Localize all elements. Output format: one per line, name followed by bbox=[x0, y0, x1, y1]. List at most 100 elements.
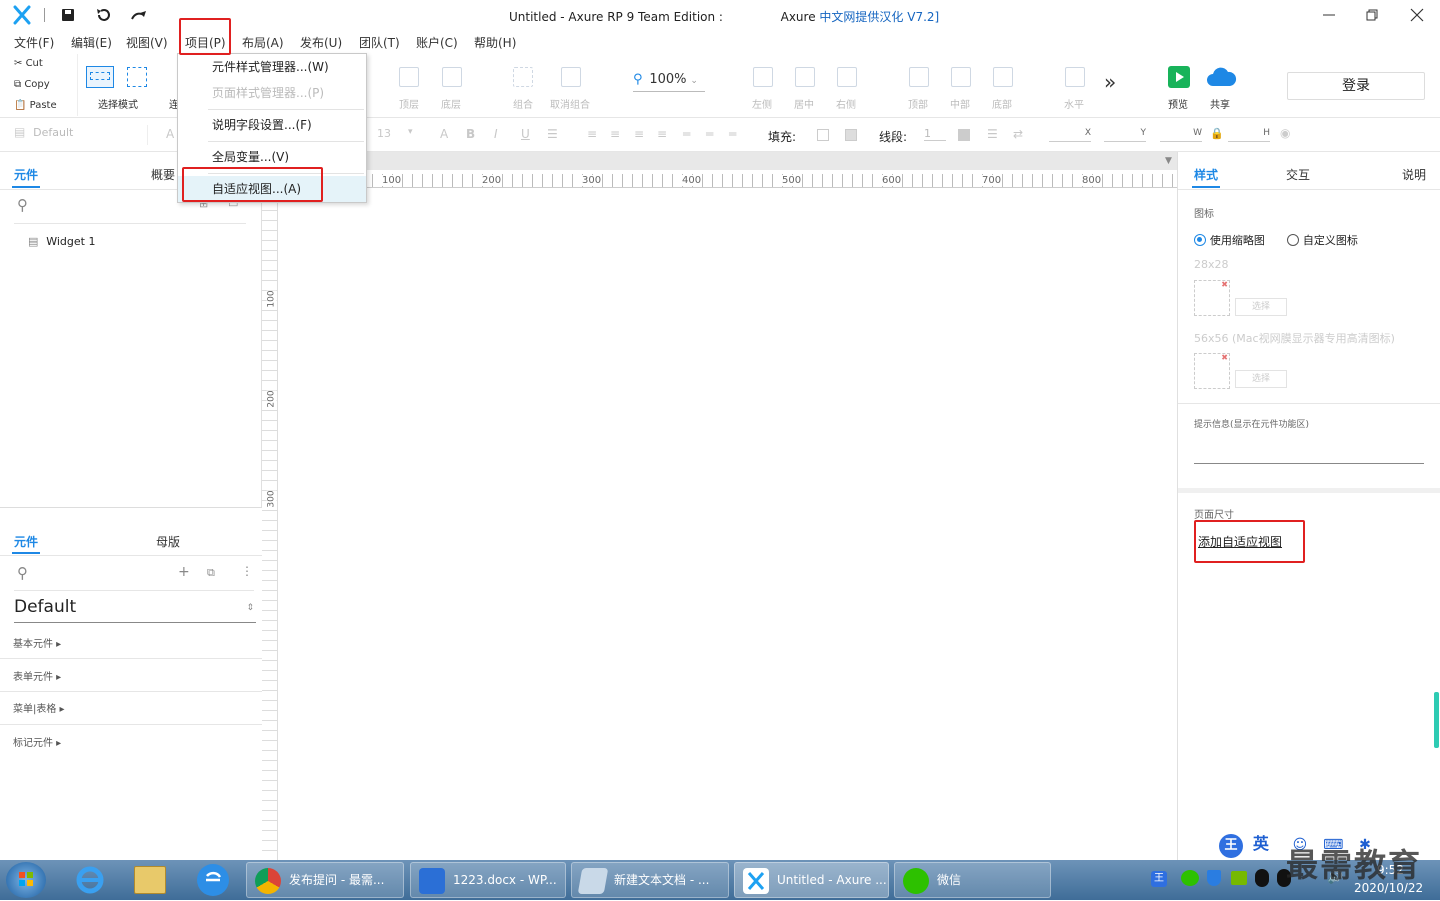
more-options-icon[interactable]: ⋮ bbox=[241, 564, 253, 578]
menu-project[interactable]: 项目(P) bbox=[185, 34, 226, 51]
ungroup-icon[interactable] bbox=[561, 67, 581, 87]
menu-view[interactable]: 视图(V) bbox=[126, 34, 168, 51]
task-wechat[interactable]: 微信 bbox=[894, 862, 1051, 898]
preview-icon[interactable] bbox=[1168, 66, 1190, 88]
style-dropdown[interactable]: ▤ Default bbox=[14, 125, 148, 145]
bold-icon[interactable]: B bbox=[466, 127, 475, 141]
page-item-widget1[interactable]: ▤ Widget 1 bbox=[28, 234, 95, 248]
italic-icon[interactable]: I bbox=[494, 127, 498, 141]
menu-item-global-variables[interactable]: 全局变量...(V) bbox=[178, 144, 366, 170]
tab-masters[interactable]: 母版 bbox=[156, 533, 180, 550]
add-library-icon[interactable]: + bbox=[178, 564, 190, 580]
fill-shadow-swatch[interactable] bbox=[845, 129, 857, 141]
scroll-indicator[interactable] bbox=[1434, 692, 1439, 748]
align-text-justify-icon[interactable]: ≡ bbox=[657, 127, 667, 141]
browser-icon[interactable] bbox=[197, 864, 229, 896]
visibility-eye-icon[interactable]: ◉ bbox=[1280, 126, 1290, 140]
design-canvas[interactable] bbox=[278, 190, 1177, 860]
arrow-style-icon[interactable]: ⇄ bbox=[1013, 127, 1023, 141]
menu-help[interactable]: 帮助(H) bbox=[474, 34, 516, 51]
w-input[interactable]: W bbox=[1160, 128, 1202, 142]
y-input[interactable]: Y bbox=[1104, 128, 1146, 142]
task-wps[interactable]: 1223.docx - WP... bbox=[410, 862, 566, 898]
qq-icon[interactable] bbox=[1255, 869, 1269, 887]
lock-icon[interactable]: 🔒 bbox=[1210, 127, 1224, 140]
more-tools-button[interactable]: » bbox=[1104, 70, 1116, 94]
line-width-input[interactable]: 1 bbox=[924, 127, 946, 141]
task-axure[interactable]: Untitled - Axure ... bbox=[734, 862, 889, 898]
login-button[interactable]: 登录 bbox=[1287, 72, 1425, 100]
text-color-icon[interactable]: A bbox=[440, 127, 448, 141]
valign-middle-icon[interactable]: ═ bbox=[706, 127, 713, 141]
ime-indicator-icon[interactable]: 王 bbox=[1151, 871, 1167, 887]
library-select[interactable]: Default ⇕ bbox=[14, 597, 256, 623]
start-button[interactable] bbox=[6, 862, 46, 898]
font-size-value[interactable]: 13 bbox=[377, 127, 391, 140]
tab-widgets[interactable]: 元件 bbox=[14, 533, 38, 550]
select-mode-button[interactable] bbox=[86, 66, 114, 88]
align-left-icon[interactable] bbox=[753, 67, 773, 87]
menu-edit[interactable]: 编辑(E) bbox=[71, 34, 112, 51]
bullet-list-icon[interactable]: ☰ bbox=[547, 127, 558, 141]
line-color-swatch[interactable] bbox=[958, 129, 970, 141]
category-menus-tables[interactable]: 菜单|表格 ▸ bbox=[13, 700, 65, 715]
tab-pages[interactable]: 元件 bbox=[14, 166, 38, 183]
valign-bottom-icon[interactable]: ═ bbox=[729, 127, 736, 141]
align-text-center-icon[interactable]: ≡ bbox=[610, 127, 620, 141]
custom-icon-radio[interactable]: 自定义图标 bbox=[1287, 232, 1358, 248]
share-cloud-icon[interactable] bbox=[1205, 66, 1237, 88]
tab-interactions[interactable]: 交互 bbox=[1286, 166, 1310, 183]
choose-large-icon-button[interactable]: 选择 bbox=[1235, 370, 1287, 388]
align-right-icon[interactable] bbox=[837, 67, 857, 87]
group-icon[interactable] bbox=[513, 67, 533, 87]
redo-icon[interactable] bbox=[130, 7, 148, 23]
select-contained-button[interactable] bbox=[127, 67, 147, 87]
tab-outline[interactable]: 概要 bbox=[151, 166, 175, 183]
copy-button[interactable]: ⧉ Copy bbox=[14, 79, 50, 90]
align-bottom-icon[interactable] bbox=[993, 67, 1013, 87]
tooltip-input[interactable] bbox=[1194, 440, 1424, 464]
close-button[interactable] bbox=[1408, 6, 1426, 24]
tab-style[interactable]: 样式 bbox=[1194, 166, 1218, 183]
x-input[interactable]: X bbox=[1049, 128, 1091, 142]
align-middle-icon[interactable] bbox=[951, 67, 971, 87]
save-icon[interactable] bbox=[61, 8, 75, 22]
fill-color-swatch[interactable] bbox=[817, 129, 829, 141]
wechat-tray-icon[interactable] bbox=[1181, 870, 1199, 886]
cut-button[interactable]: ✂ Cut bbox=[14, 58, 43, 69]
menu-arrange[interactable]: 布局(A) bbox=[242, 34, 284, 51]
add-adaptive-view-link[interactable]: 添加自适应视图 bbox=[1198, 533, 1282, 550]
paste-button[interactable]: 📋 Paste bbox=[14, 100, 57, 111]
nvidia-icon[interactable] bbox=[1231, 871, 1247, 885]
ie-browser-icon[interactable] bbox=[74, 864, 106, 896]
category-forms[interactable]: 表单元件 ▸ bbox=[13, 668, 61, 683]
use-thumbnail-radio[interactable]: 使用缩略图 bbox=[1194, 232, 1265, 248]
page-search-icon[interactable]: ⚲ bbox=[17, 196, 28, 214]
maximize-button[interactable] bbox=[1363, 6, 1381, 24]
undo-icon[interactable] bbox=[95, 7, 111, 23]
font-family-dropdown[interactable]: A bbox=[166, 127, 174, 141]
canvas-tabs-chevron-icon[interactable]: ▼ bbox=[1165, 156, 1172, 166]
minimize-button[interactable] bbox=[1320, 6, 1338, 24]
menu-item-widget-style-manager[interactable]: 元件样式管理器...(W) bbox=[178, 54, 366, 80]
widget-search-icon[interactable]: ⚲ bbox=[17, 564, 28, 582]
zoom-control[interactable]: ⚲ 100% ⌄ bbox=[633, 72, 705, 92]
category-basic[interactable]: 基本元件 ▸ bbox=[13, 635, 61, 650]
underline-icon[interactable]: U bbox=[521, 127, 530, 141]
library-window-icon[interactable]: ⧉ bbox=[207, 566, 215, 580]
valign-top-icon[interactable]: ═ bbox=[683, 127, 690, 141]
menu-team[interactable]: 团队(T) bbox=[359, 34, 400, 51]
align-top-icon[interactable] bbox=[909, 67, 929, 87]
menu-publish[interactable]: 发布(U) bbox=[300, 34, 342, 51]
task-chrome[interactable]: 发布提问 - 最需... bbox=[246, 862, 404, 898]
h-input[interactable]: H bbox=[1228, 128, 1270, 142]
top-layer-icon[interactable] bbox=[399, 67, 419, 87]
file-explorer-icon[interactable] bbox=[134, 866, 166, 894]
choose-small-icon-button[interactable]: 选择 bbox=[1235, 298, 1287, 316]
align-text-left-icon[interactable]: ≡ bbox=[587, 127, 597, 141]
align-text-right-icon[interactable]: ≡ bbox=[634, 127, 644, 141]
line-pattern-icon[interactable]: ☰ bbox=[987, 127, 998, 141]
distribute-horizontal-icon[interactable] bbox=[1065, 67, 1085, 87]
category-markup[interactable]: 标记元件 ▸ bbox=[13, 734, 61, 749]
menu-file[interactable]: 文件(F) bbox=[14, 34, 54, 51]
